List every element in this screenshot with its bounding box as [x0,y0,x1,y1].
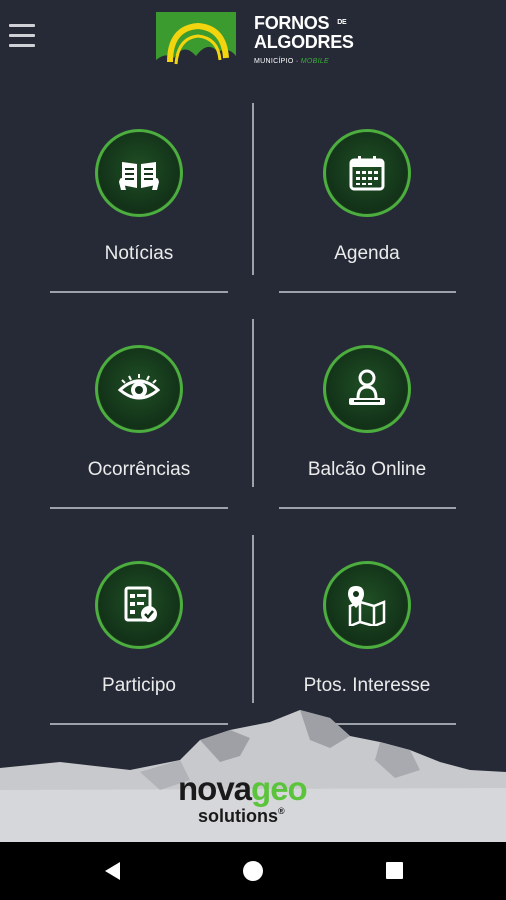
logo-sub-municipio: MUNICÍPIO · [254,58,301,65]
service-desk-icon [323,345,411,433]
tile-agenda[interactable]: Agenda [279,95,506,295]
brand-registered: ® [278,806,285,816]
tile-label: Agenda [334,243,400,264]
menu-grid: Notícias Agenda Ocorrências Balcão Onlin… [0,95,506,735]
newspaper-icon [95,129,183,217]
system-navigation-bar [0,842,506,900]
tile-label: Ocorrências [87,459,191,480]
logo-text-de: DE [337,19,347,26]
brand-nova: nova [178,770,252,807]
novageo-logo: novageo [178,772,308,805]
back-triangle-icon[interactable] [102,860,124,882]
tile-label: Balcão Online [307,459,427,480]
tile-label: Notícias [104,243,174,264]
tile-ocorrencias[interactable]: Ocorrências [50,311,278,511]
municipality-logo: FORNOS DE ALGODRES MUNICÍPIO · MOBILE [156,12,356,74]
checklist-icon [95,561,183,649]
logo-text-line1: FORNOS [254,13,330,33]
tile-participo[interactable]: Participo [50,527,278,727]
tile-pontos-interesse[interactable]: Ptos. Interesse [279,527,506,727]
tile-balcao-online[interactable]: Balcão Online [279,311,506,511]
map-pin-icon [323,561,411,649]
logo-mark-icon [156,12,236,74]
footer-brand-area: novageo solutions® [0,700,506,842]
logo-sub-mobile: MOBILE [300,58,330,65]
brand-solutions: solutions [198,806,278,826]
calendar-icon [323,129,411,217]
app-header: FORNOS DE ALGODRES MUNICÍPIO · MOBILE [0,0,506,86]
tile-label: Ptos. Interesse [303,675,431,696]
home-circle-icon[interactable] [243,861,263,881]
logo-text-line2: ALGODRES [254,32,354,52]
recent-apps-square-icon[interactable] [386,862,403,879]
hamburger-menu-icon[interactable] [9,24,35,52]
brand-geo: geo [251,770,308,807]
tile-noticias[interactable]: Notícias [50,95,278,295]
eye-icon [95,345,183,433]
tile-label: Participo [102,675,176,696]
